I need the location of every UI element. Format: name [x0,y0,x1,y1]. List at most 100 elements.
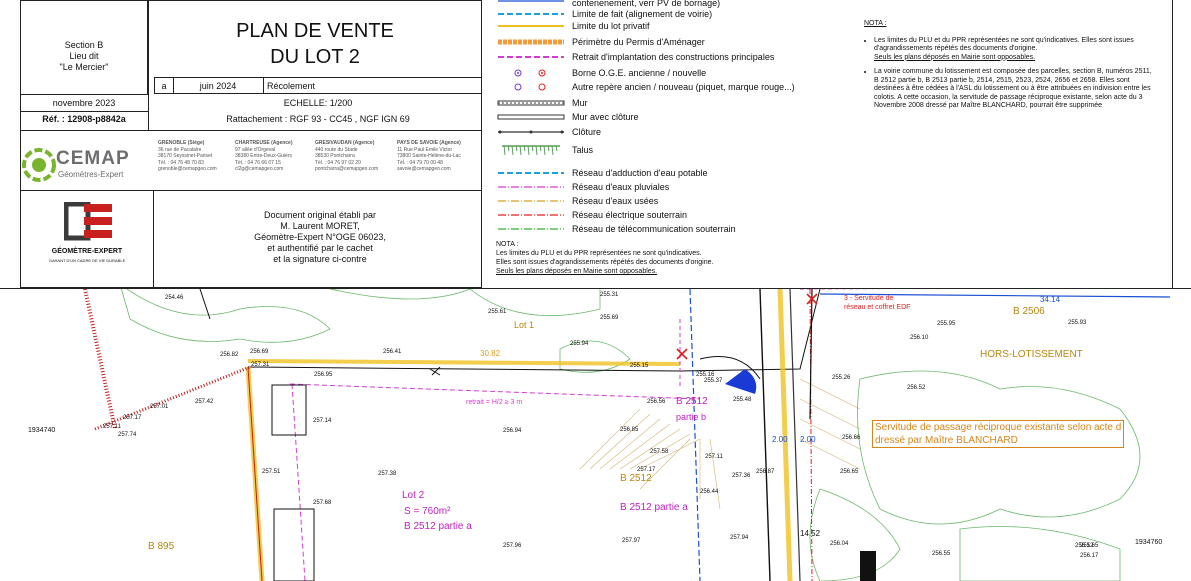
legend-row: Retrait d'implantation des constructions… [496,51,774,63]
plan-title-line2: DU LOT 2 [270,46,360,68]
altitude-label: 256.87 [756,469,775,475]
agency-address: 97 allée d'Orgeval 38380 Entre-Deux-Guie… [235,146,292,160]
altitude-label: 256.66 [842,435,861,441]
altitude-label: 257.14 [313,418,332,424]
altitude-label: 255.93 [1068,320,1087,326]
legend-row: Autre repère ancien / nouveau (piquet, m… [496,81,795,93]
note-text: La voirie commune du lotissement est com… [874,68,1152,109]
altitude-label: 257.38 [378,471,397,477]
legend-label: Réseau d'eaux pluviales [572,182,670,192]
geometre-expert-logo-icon [64,202,112,241]
servitude-passage: Servitude de passage réciproque existant… [872,420,1125,448]
servitude-edf-line: réseau et coffret EDF [844,304,911,311]
cemap-logo-icon [22,148,56,182]
block-icon [860,551,876,581]
north-arrow-icon [725,369,757,394]
altitude-label: 257.96 [503,543,522,549]
altitude-label: 255.69 [600,315,619,321]
legend-symbol-icon [496,36,566,48]
legend-symbol-icon [496,97,566,109]
divider [20,190,482,191]
parcel-b2506: B 2506 [1013,306,1045,317]
altitude-label: 256.04 [830,541,849,547]
altitude-label: 255.61 [488,309,507,315]
altitude-label: 257.11 [705,454,723,460]
altitude-label: 257.74 [118,432,137,438]
legend-label: Limite de fait (alignement de voirie) [572,9,713,19]
cert-line: et authentifié par le cachet [267,243,373,253]
agency-address: 11 Rue Paul Emile Victor 73800 Sainte-Hé… [397,146,461,160]
legend-label: Borne O.G.E. ancienne / nouvelle [572,68,707,78]
agency-gresivaudan: GRESIVAUDAN (Agence) 440 route du Stade … [315,140,385,173]
legend-row: Réseau électrique souterrain [496,209,687,221]
rattachement-label: Rattachement : RGF 93 - CC45 , NGF IGN 6… [226,114,410,124]
lieu-dit-name: "Le Mercier" [59,62,109,72]
altitude-label: 255.95 [937,321,956,327]
legend-symbol-icon [496,181,566,193]
altitude-label: 257.97 [622,538,641,544]
legend-label: Limite du lot privatif [572,21,650,31]
plan-title-line1: PLAN DE VENTE [236,20,394,42]
date-label: novembre 2023 [52,98,116,108]
dim-3414: 34.14 [1040,295,1061,304]
revision-label: Récolement [267,81,316,91]
certification-text: Document original établi par M. Laurent … [160,210,480,265]
altitude-label: 256.55 [932,551,951,557]
agency-grenoble: GRENOBLE (Siège) 36 rue de Pacalaire 381… [158,140,228,173]
legend-row: Réseau de télécommunication souterrain [496,223,736,235]
lot2-label: Lot 2 [402,490,425,501]
dim-200b: 2.00 [800,435,816,444]
hors-lotissement: HORS-LOTISSEMENT [980,349,1083,360]
legend-symbol-icon [496,51,566,63]
legend-note-title: NOTA : [496,241,519,248]
retrait-label: retrait = H/2 ≥ 3 m [466,399,523,406]
revision-row: a juin 2024 Récolement [154,77,482,94]
location-box: Section B Lieu dit "Le Mercier" [20,0,148,95]
lot2-parcel: B 2512 partie a [404,521,472,532]
altitude-label: 255.94 [570,341,589,347]
legend-row: Périmètre du Permis d'Aménager [496,36,705,48]
legend-note-line: Les limites du PLU et du PPR représentée… [496,250,702,257]
note-text: Les limites du PLU et du PPR représentée… [874,36,1134,53]
legend-row: Réseau d'eaux usées [496,195,658,207]
cert-line: Géomètre-Expert N°OGE 06023, [254,232,386,242]
lieu-dit-label: Lieu dit [69,51,99,61]
agency-chartreuse: CHARTREUSE (Agence) 97 allée d'Orgeval 3… [235,140,305,173]
agency-email: cl2g@cemapgeo.com [235,166,284,172]
altitude-label: 257.11 [103,424,121,430]
agency-email: savoie@cemapgeo.com [397,166,451,172]
lot1-label: Lot 1 [514,320,535,330]
legend-row: Talus [496,144,593,156]
legend-label: Réseau d'adduction d'eau potable [572,168,708,178]
legend-row: Réseau d'eaux pluviales [496,181,669,193]
revision-date: juin 2024 [199,81,237,91]
altitude-label: 257.94 [730,535,749,541]
altitude-label: 257.01 [150,404,169,410]
legend-symbol-icon [496,223,566,235]
dim-3082: 30.82 [480,349,501,358]
agency-email: grenoble@cemapgeo.com [158,166,217,172]
geometre-name: GÉOMÈTRE-EXPERT [51,248,123,255]
legend-symbol-icon [496,67,566,79]
altitude-label: 255.65 [1080,543,1099,549]
altitude-label: 255.15 [630,363,649,369]
scale-label: ECHELLE: 1/200 [283,98,353,108]
company-name: CEMAP [56,148,130,169]
altitude-label: 257.17 [123,415,142,421]
parcel-b2512-b: B 2512 [676,396,708,407]
altitude-label: 256.52 [907,385,926,391]
legend-symbol-icon [496,126,566,138]
altitude-label: 256.44 [700,489,719,495]
parcel-partie-b: partie b [676,412,707,422]
altitude-label: 257.17 [637,467,656,473]
servitude-passage-line: Servitude de passage réciproque existant… [875,422,1122,433]
legend-label: Autre repère ancien / nouveau (piquet, m… [572,82,795,92]
altitude-label: 256.85 [620,427,639,433]
talus-hatching [579,378,861,510]
altitude-label: 255.48 [733,397,752,403]
altitude-label: 256.94 [503,428,522,434]
servitude-edf-line: 3 - Servitude de [844,295,894,302]
altitude-label: 256.69 [250,349,269,355]
legend-row: Limite du lot privatif [496,20,650,32]
altitude-label: 255.37 [704,378,723,384]
